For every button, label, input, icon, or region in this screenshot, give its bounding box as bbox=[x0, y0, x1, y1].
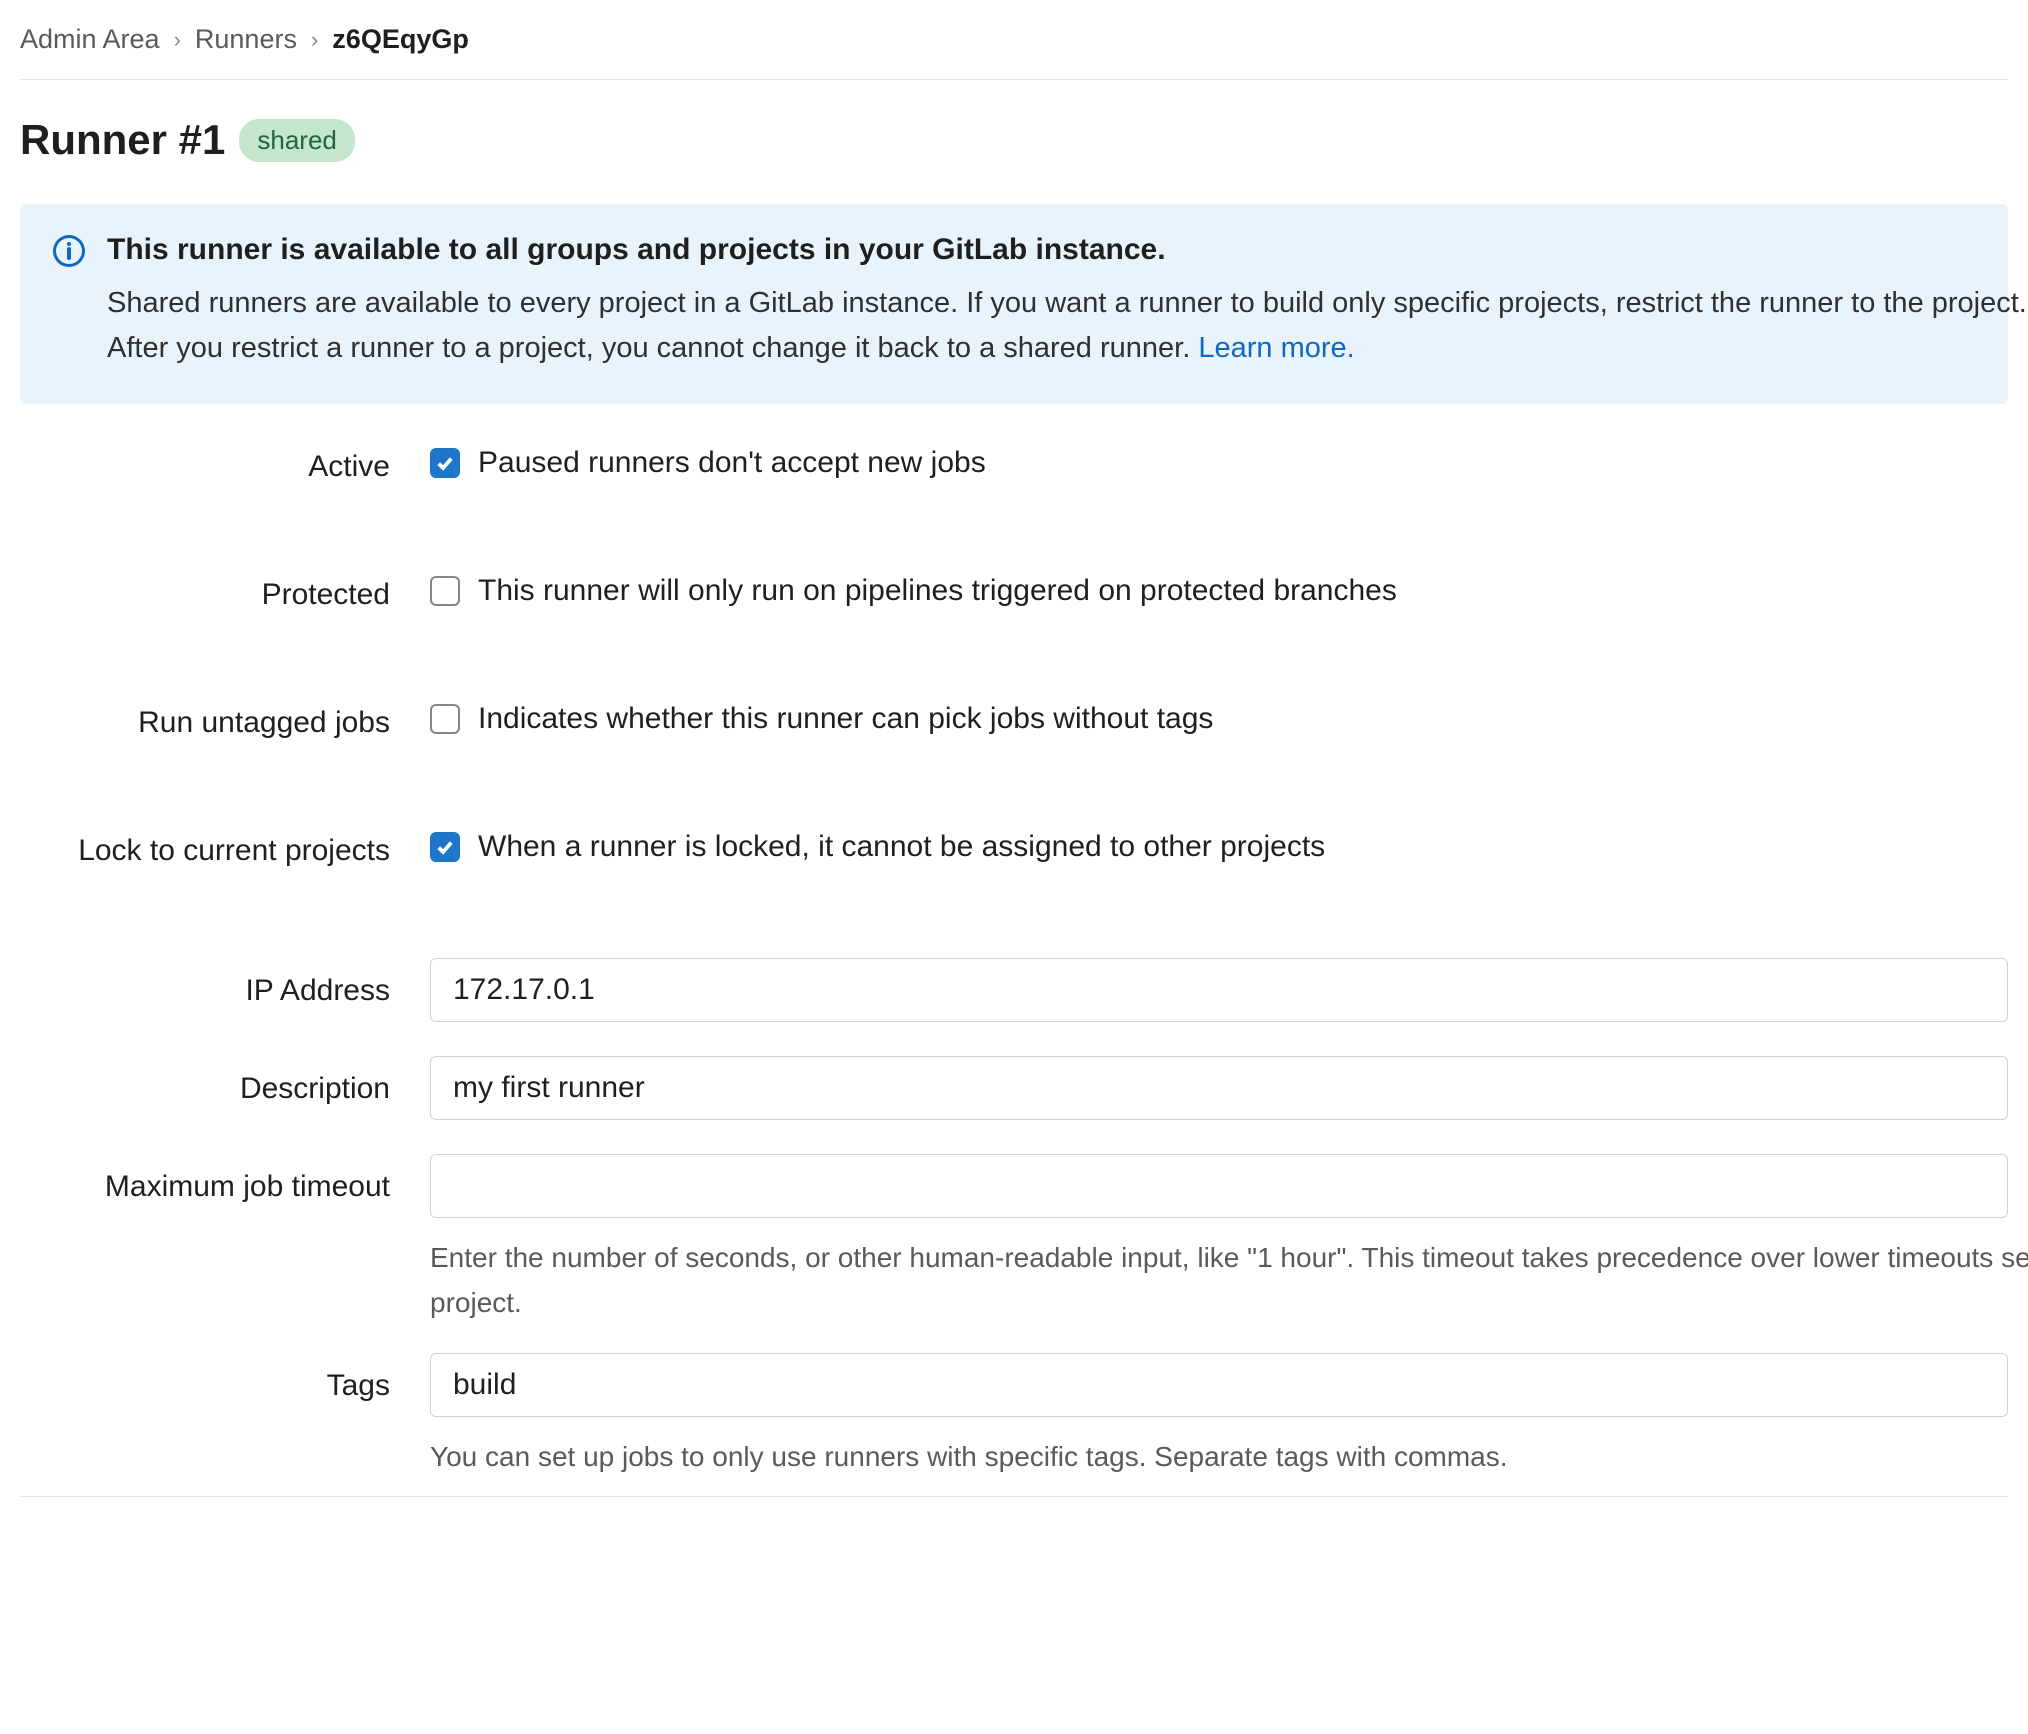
checkbox-row-run-untagged[interactable]: Indicates whether this runner can pick j… bbox=[430, 702, 2008, 736]
checkbox-row-lock[interactable]: When a runner is locked, it cannot be as… bbox=[430, 830, 2008, 864]
checkbox-row-active[interactable]: Paused runners don't accept new jobs bbox=[430, 446, 2008, 480]
info-alert: This runner is available to all groups a… bbox=[20, 204, 2008, 404]
alert-title: This runner is available to all groups a… bbox=[107, 233, 1975, 267]
lock-checkbox[interactable] bbox=[430, 832, 460, 862]
chevron-right-icon: › bbox=[174, 27, 181, 53]
tags-input[interactable] bbox=[430, 1353, 2008, 1417]
checkbox-row-protected[interactable]: This runner will only run on pipelines t… bbox=[430, 574, 2008, 608]
row-description: Description bbox=[20, 1056, 2008, 1120]
breadcrumb: Admin Area › Runners › z6QEqyGp bbox=[20, 20, 2008, 80]
breadcrumb-runners[interactable]: Runners bbox=[195, 24, 297, 55]
timeout-help-line2: project. bbox=[430, 1281, 2008, 1324]
info-icon bbox=[53, 235, 85, 267]
row-ip: IP Address bbox=[20, 958, 2008, 1022]
row-protected: Protected This runner will only run on p… bbox=[20, 574, 2008, 612]
chevron-right-icon: › bbox=[311, 27, 318, 53]
row-lock: Lock to current projects When a runner i… bbox=[20, 830, 2008, 868]
row-active: Active Paused runners don't accept new j… bbox=[20, 446, 2008, 484]
row-run-untagged: Run untagged jobs Indicates whether this… bbox=[20, 702, 2008, 740]
label-ip: IP Address bbox=[20, 958, 430, 1008]
active-checkbox[interactable] bbox=[430, 448, 460, 478]
protected-checkbox[interactable] bbox=[430, 576, 460, 606]
run-untagged-checkbox-label: Indicates whether this runner can pick j… bbox=[478, 702, 1213, 736]
description-input[interactable] bbox=[430, 1056, 2008, 1120]
label-lock: Lock to current projects bbox=[20, 830, 430, 868]
breadcrumb-current: z6QEqyGp bbox=[332, 24, 469, 55]
label-run-untagged: Run untagged jobs bbox=[20, 702, 430, 740]
title-row: Runner #1 shared bbox=[20, 80, 2008, 204]
divider bbox=[20, 1496, 2008, 1497]
row-tags: Tags You can set up jobs to only use run… bbox=[20, 1353, 2008, 1478]
alert-text-line1: Shared runners are available to every pr… bbox=[107, 281, 1975, 326]
timeout-input[interactable] bbox=[430, 1154, 2008, 1218]
runner-form: Active Paused runners don't accept new j… bbox=[20, 446, 2008, 1478]
label-tags: Tags bbox=[20, 1353, 430, 1403]
alert-body: This runner is available to all groups a… bbox=[107, 233, 1975, 371]
alert-text-prefix: After you restrict a runner to a project… bbox=[107, 332, 1198, 364]
status-badge: shared bbox=[239, 119, 355, 162]
timeout-help-line1: Enter the number of seconds, or other hu… bbox=[430, 1236, 2008, 1279]
active-checkbox-label: Paused runners don't accept new jobs bbox=[478, 446, 986, 480]
label-protected: Protected bbox=[20, 574, 430, 612]
row-timeout: Maximum job timeout Enter the number of … bbox=[20, 1154, 2008, 1325]
tags-help: You can set up jobs to only use runners … bbox=[430, 1435, 2008, 1478]
label-active: Active bbox=[20, 446, 430, 484]
label-timeout: Maximum job timeout bbox=[20, 1154, 430, 1204]
run-untagged-checkbox[interactable] bbox=[430, 704, 460, 734]
lock-checkbox-label: When a runner is locked, it cannot be as… bbox=[478, 830, 1325, 864]
alert-text-line2: After you restrict a runner to a project… bbox=[107, 326, 1975, 371]
protected-checkbox-label: This runner will only run on pipelines t… bbox=[478, 574, 1397, 608]
learn-more-link[interactable]: Learn more. bbox=[1198, 332, 1354, 364]
page-title: Runner #1 bbox=[20, 116, 225, 164]
breadcrumb-admin-area[interactable]: Admin Area bbox=[20, 24, 160, 55]
label-description: Description bbox=[20, 1056, 430, 1106]
ip-address-input[interactable] bbox=[430, 958, 2008, 1022]
